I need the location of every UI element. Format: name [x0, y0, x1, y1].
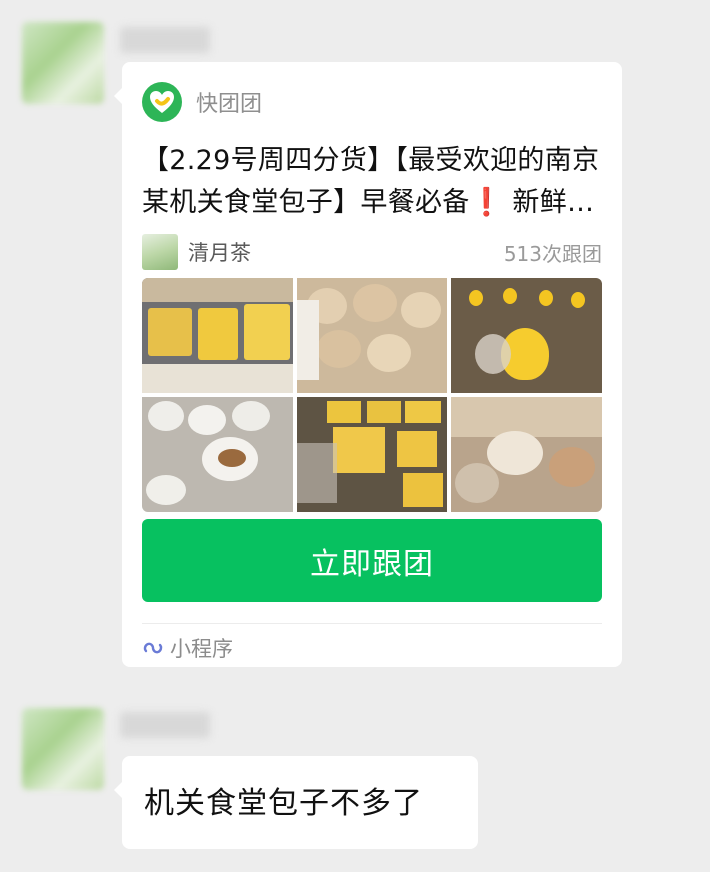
jujube-cake-photo[interactable] [296, 397, 448, 512]
card-title: 【2.29号周四分货】【最受欢迎的南京某机关食堂包子】早餐必备❗ 新鲜出炉 [142, 145, 600, 218]
leader-name: 清月茶 [188, 241, 251, 265]
exclamation-icon: ❗ [469, 187, 504, 218]
leader-row: 清月茶 513次跟团 [142, 234, 602, 270]
product-photo-grid[interactable] [142, 278, 602, 512]
kuaituantuan-logo-icon [142, 82, 182, 122]
sender-name-blurred [120, 712, 210, 738]
leader-avatar [142, 234, 178, 270]
shaobing-pile-photo[interactable] [296, 278, 448, 393]
card-divider [142, 623, 602, 624]
join-count: 513次跟团 [503, 241, 602, 266]
join-group-button[interactable]: 立即跟团 [142, 519, 602, 602]
mini-program-label: 小程序 [170, 637, 233, 661]
group-buy-card[interactable]: 快团团 【2.29号周四分货】【最受欢迎的南京某机关食堂包子】早餐必备❗ 新鲜出… [114, 62, 622, 667]
app-name: 快团团 [196, 92, 263, 117]
steamed-baozi-photo[interactable] [142, 397, 293, 512]
yellow-pear-buns-photo[interactable] [451, 278, 602, 393]
mini-program-link-icon [143, 642, 163, 654]
message-text: 机关食堂包子不多了 [144, 786, 423, 821]
sender-name-blurred [120, 27, 210, 53]
card-app-header: 快团团 [142, 82, 262, 122]
sender-avatar[interactable] [22, 708, 104, 790]
buns-assortment-photo[interactable] [142, 278, 293, 393]
text-message-bubble[interactable]: 机关食堂包子不多了 [114, 756, 478, 849]
mini-program-footer: 小程序 [142, 632, 233, 664]
sender-avatar[interactable] [22, 22, 104, 104]
stuffed-pastry-photo[interactable] [451, 397, 602, 512]
